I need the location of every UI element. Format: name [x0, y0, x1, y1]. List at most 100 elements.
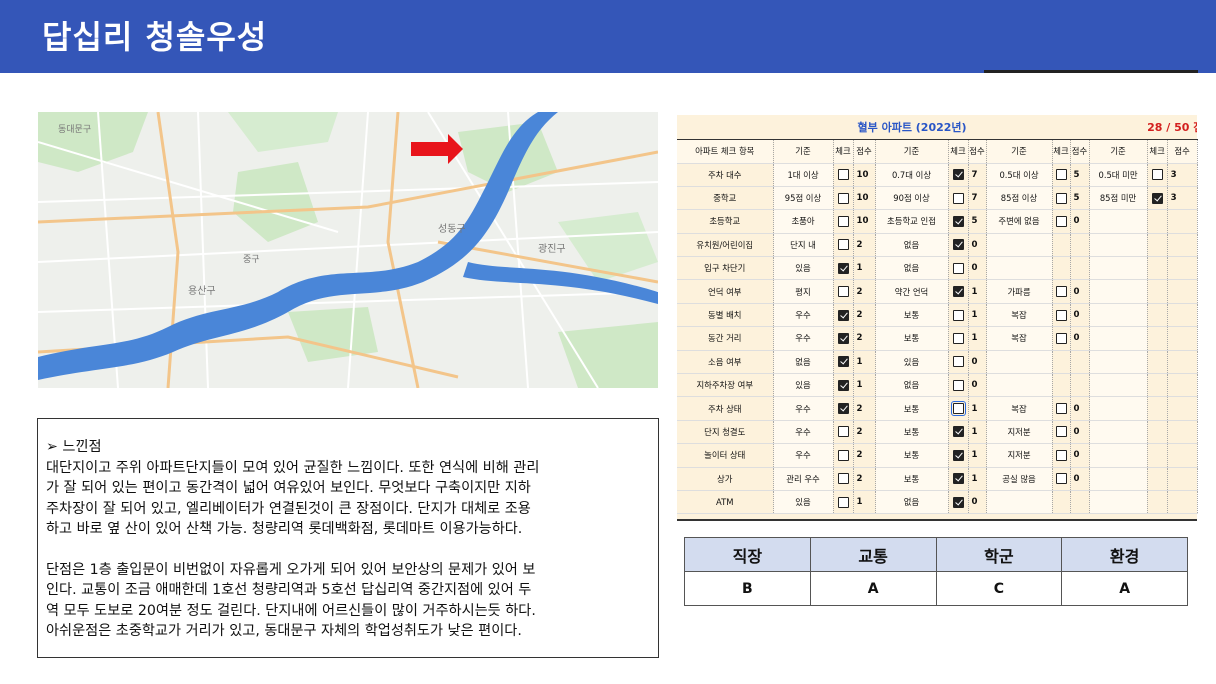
check-cell	[1052, 443, 1071, 468]
checkbox-unchecked[interactable]	[837, 192, 849, 204]
checkbox-unchecked[interactable]	[1055, 286, 1067, 298]
checkbox-unchecked[interactable]	[952, 332, 964, 344]
checklist-row: 지하주차장 여부 있음 1 없음 0	[677, 373, 1198, 398]
points-value: 0	[1070, 326, 1090, 351]
checklist-row: ATM 있음 1 없음 0	[677, 490, 1198, 515]
checkbox-checked[interactable]	[952, 449, 964, 461]
checkbox-checked[interactable]	[952, 426, 964, 438]
checklist-header-cell: 아파트 체크 항목	[677, 139, 774, 164]
checkbox-checked[interactable]	[952, 215, 964, 227]
checkbox-checked[interactable]	[952, 169, 964, 181]
checkbox-unchecked[interactable]	[1055, 403, 1067, 415]
checkbox-unchecked[interactable]	[1151, 169, 1163, 181]
notes-paragraph-pros: 대단지이고 주위 아파트단지들이 모여 있어 균질한 느낌이다. 또한 연식에 …	[46, 459, 540, 538]
points-value: 3	[1167, 163, 1198, 187]
location-map[interactable]: 동대문구 성동구 용산구 광진구 중구	[38, 112, 658, 388]
criterion-label: 우수	[773, 443, 834, 468]
checkbox-unchecked[interactable]	[1055, 473, 1067, 485]
checkbox-checked[interactable]	[837, 332, 849, 344]
checklist-header-cell: 체크	[948, 139, 969, 164]
empty-cell	[1089, 490, 1148, 515]
criterion-label: 우수	[773, 396, 834, 421]
checkbox-checked[interactable]	[952, 473, 964, 485]
checkbox-unchecked[interactable]	[1055, 215, 1067, 227]
criterion-label: 보통	[875, 420, 949, 445]
checkbox-unchecked[interactable]	[1055, 309, 1067, 321]
empty-cell	[1089, 443, 1148, 468]
criterion-label: 우수	[773, 326, 834, 351]
criterion-label: 복잡	[986, 303, 1053, 328]
empty-cell	[1147, 420, 1168, 445]
criterion-label: 지저분	[986, 420, 1053, 445]
criterion-label: 가파름	[986, 279, 1053, 304]
empty-cell	[1147, 443, 1168, 468]
checkbox-unchecked[interactable]	[952, 262, 964, 274]
checklist-item-label: 입구 차단기	[677, 256, 774, 281]
criterion-label: 90점 이상	[875, 186, 949, 211]
map-image: 동대문구 성동구 용산구 광진구 중구	[38, 112, 658, 388]
checkbox-checked[interactable]	[837, 356, 849, 368]
checkbox-unchecked[interactable]	[1055, 332, 1067, 344]
check-cell	[1052, 209, 1071, 234]
criterion-label: 우수	[773, 303, 834, 328]
check-cell	[948, 186, 969, 211]
empty-cell	[1089, 420, 1148, 445]
criterion-label: 0.5대 미만	[1089, 163, 1148, 187]
checkbox-checked[interactable]	[837, 309, 849, 321]
empty-cell	[1147, 256, 1168, 281]
empty-cell	[1167, 420, 1198, 445]
checkbox-unchecked[interactable]	[1055, 426, 1067, 438]
checkbox-unchecked[interactable]	[950, 401, 966, 417]
criterion-label: 없음	[875, 256, 949, 281]
checkbox-checked[interactable]	[952, 239, 964, 251]
empty-cell	[1167, 326, 1198, 351]
checkbox-unchecked[interactable]	[837, 169, 849, 181]
checkbox-unchecked[interactable]	[1055, 169, 1067, 181]
checkbox-unchecked[interactable]	[1055, 192, 1067, 204]
points-value: 1	[968, 396, 987, 421]
checkbox-unchecked[interactable]	[837, 449, 849, 461]
empty-cell	[1089, 326, 1148, 351]
empty-cell	[1147, 303, 1168, 328]
apartment-checklist: 혈부 아파트 (2022년) 28 / 50 점 아파트 체크 항목기준체크점수…	[677, 115, 1198, 521]
checkbox-unchecked[interactable]	[1055, 449, 1067, 461]
checkbox-checked[interactable]	[837, 262, 849, 274]
empty-cell	[1167, 373, 1198, 398]
points-value: 0	[968, 350, 987, 375]
points-value: 0	[1070, 279, 1090, 304]
check-cell	[948, 209, 969, 234]
checkbox-unchecked[interactable]	[952, 379, 964, 391]
checkbox-unchecked[interactable]	[952, 192, 964, 204]
checkbox-unchecked[interactable]	[837, 473, 849, 485]
checkbox-unchecked[interactable]	[837, 239, 849, 251]
points-value: 1	[853, 350, 876, 375]
check-cell	[948, 373, 969, 398]
empty-cell	[1147, 209, 1168, 234]
notes-heading: ➢ 느낀점	[46, 439, 102, 455]
checklist-item-label: 상가	[677, 467, 774, 491]
checkbox-checked[interactable]	[952, 286, 964, 298]
points-value: 2	[853, 420, 876, 445]
checkbox-unchecked[interactable]	[837, 496, 849, 508]
checkbox-checked[interactable]	[837, 403, 849, 415]
checkbox-checked[interactable]	[952, 496, 964, 508]
criterion-label: 보통	[875, 467, 949, 491]
checkbox-unchecked[interactable]	[952, 356, 964, 368]
points-value: 7	[968, 163, 987, 187]
check-cell	[948, 396, 969, 421]
empty-cell	[1070, 350, 1090, 375]
points-value: 0	[1070, 303, 1090, 328]
points-value: 0	[1070, 396, 1090, 421]
check-cell	[948, 443, 969, 468]
points-value: 2	[853, 396, 876, 421]
header-bar: 답십리 청솔우성	[0, 0, 1216, 73]
checkbox-checked[interactable]	[837, 379, 849, 391]
empty-cell	[1147, 373, 1168, 398]
checkbox-unchecked[interactable]	[837, 215, 849, 227]
checkbox-unchecked[interactable]	[837, 426, 849, 438]
rating-grade-work: B	[684, 571, 811, 606]
checkbox-unchecked[interactable]	[952, 309, 964, 321]
empty-cell	[1052, 373, 1071, 398]
checkbox-unchecked[interactable]	[837, 286, 849, 298]
checkbox-checked[interactable]	[1151, 192, 1163, 204]
